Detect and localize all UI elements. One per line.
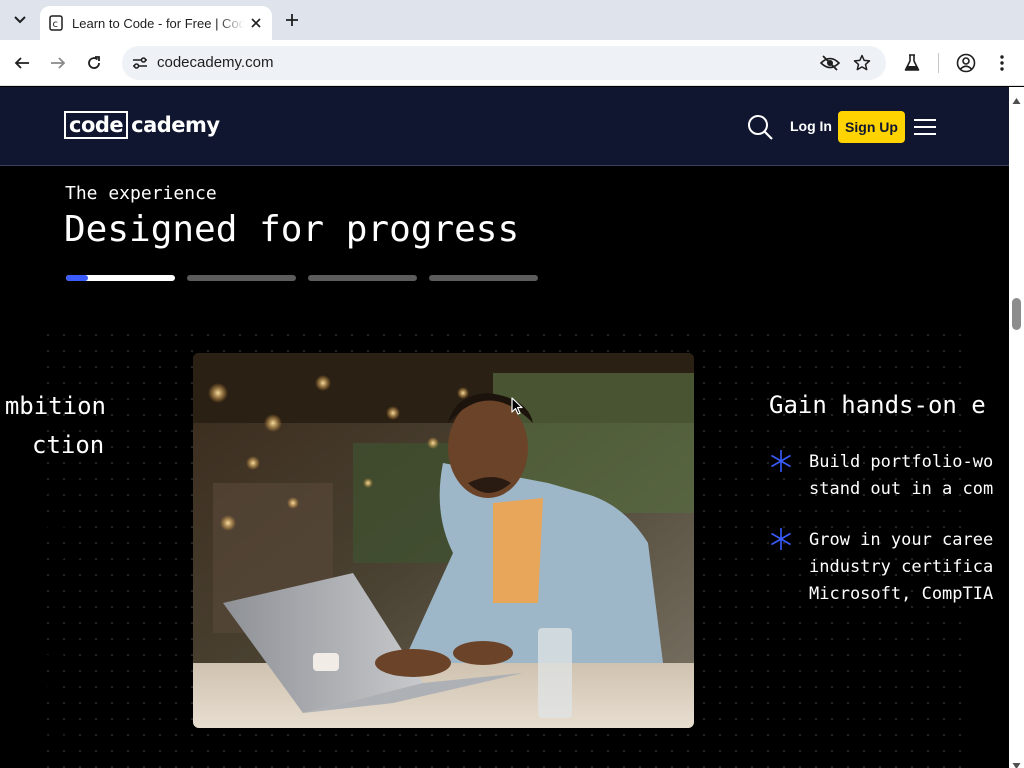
logo-cademy: cademy (131, 113, 220, 137)
text-line: our growth (0, 622, 83, 642)
scrollbar-thumb[interactable] (1012, 298, 1021, 330)
url-text: codecademy.com (157, 54, 274, 71)
text-line: ecurity, and (0, 730, 92, 750)
hero-photo-man-with-laptop (193, 353, 694, 728)
site-header: code cademy Log In Sign Up (0, 87, 1009, 166)
progress-step-3[interactable] (308, 275, 417, 281)
scroll-up-icon[interactable] (1012, 90, 1021, 104)
forward-icon[interactable] (46, 51, 70, 75)
browser-tab[interactable]: c Learn to Code - for Free | Codecademy (40, 6, 272, 40)
plus-icon[interactable] (280, 8, 304, 32)
tab-list-icon[interactable] (6, 8, 34, 32)
feature-item: Build portfolio-wo stand out in a com (769, 449, 993, 503)
section-eyebrow: The experience (65, 183, 217, 204)
close-icon[interactable] (248, 15, 264, 31)
slide-left-heading-line: ction (32, 431, 105, 459)
text-line: ts like AI, (0, 676, 68, 696)
scroll-down-icon[interactable] (1012, 755, 1021, 768)
slide-left-heading-line: mbition (4, 392, 106, 420)
feature-item: Grow in your caree industry certifica Mi… (769, 527, 993, 608)
slide-right: Gain hands-on e Build portfolio-wo stand… (769, 387, 1009, 604)
text-line: s no matter (0, 544, 89, 564)
text-line: Grow in your caree (809, 530, 994, 550)
text-line: kill level (0, 571, 60, 591)
logo-code-box: code (64, 111, 129, 139)
text-line: n-demand (0, 649, 77, 669)
text-line: industry certifica (809, 557, 994, 577)
progress-step-1-fill (66, 275, 88, 281)
toolbar-divider (938, 53, 939, 73)
page-scrollbar[interactable] (1009, 87, 1024, 768)
asterisk-icon (769, 449, 793, 473)
slide-left-heading: mbition ction (0, 387, 106, 465)
eye-off-icon[interactable] (818, 51, 842, 75)
slide-left-paragraph-1: uided paths teractive s no matter kill l… (0, 487, 90, 595)
text-line: stand out in a com (809, 479, 994, 499)
mouse-cursor-icon (511, 397, 523, 415)
hamburger-icon[interactable] (912, 115, 938, 139)
progress-step-2[interactable] (187, 275, 296, 281)
progress-step-1[interactable] (66, 275, 175, 281)
text-line: teractive (0, 517, 66, 537)
tab-strip: c Learn to Code - for Free | Codecademy (0, 0, 1024, 40)
favicon-icon: c (48, 15, 64, 31)
asterisk-icon (769, 527, 793, 551)
text-line: data, (0, 703, 34, 723)
page-viewport: code cademy Log In Sign Up The experience… (0, 87, 1009, 768)
back-icon[interactable] (10, 51, 34, 75)
labs-icon[interactable] (900, 51, 924, 75)
more-vert-icon[interactable] (990, 51, 1014, 75)
profile-icon[interactable] (954, 51, 978, 75)
slide-right-heading: Gain hands-on e (769, 391, 986, 419)
text-line: Build portfolio-wo (809, 452, 994, 472)
slide-left-paragraph-2: our growth n-demand ts like AI, data, ec… (0, 619, 92, 754)
address-bar[interactable]: codecademy.com (122, 46, 886, 80)
reload-icon[interactable] (82, 51, 106, 75)
carousel-progress (66, 275, 538, 281)
browser-toolbar: codecademy.com (0, 40, 1024, 86)
site-info-icon[interactable] (128, 51, 152, 75)
login-button[interactable]: Log In (784, 114, 838, 138)
codecademy-logo[interactable]: code cademy (64, 111, 220, 139)
progress-step-4[interactable] (429, 275, 538, 281)
svg-text:c: c (53, 19, 59, 30)
text-line: uided paths (0, 490, 91, 510)
star-icon[interactable] (850, 51, 874, 75)
signup-button[interactable]: Sign Up (838, 111, 905, 143)
section-title: Designed for progress (64, 209, 520, 250)
tab-title: Learn to Code - for Free | Codecademy (72, 15, 244, 31)
text-line: Microsoft, CompTIA (809, 584, 994, 604)
search-icon[interactable] (746, 113, 774, 141)
